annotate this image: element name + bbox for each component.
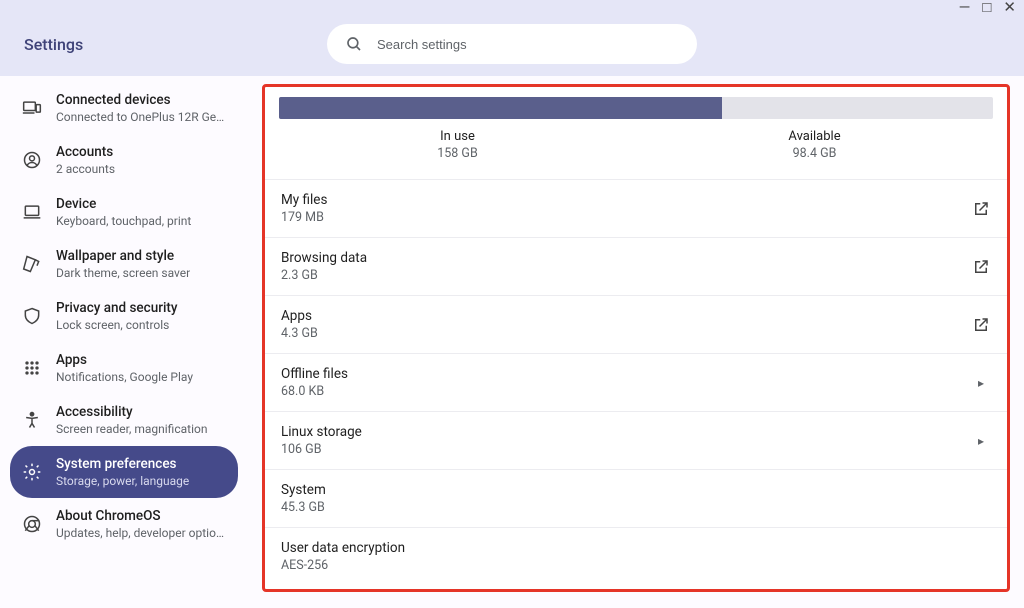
sidebar: Connected devices Connected to OnePlus 12… [0, 76, 248, 608]
storage-usage-bar [279, 97, 993, 119]
storage-row-value: 68.0 KB [281, 384, 971, 399]
titlebar: — □ ✕ [0, 0, 1024, 12]
sidebar-item-sub: Keyboard, touchpad, print [56, 214, 191, 228]
storage-row-user-data-encryption: User data encryption AES-256 [265, 527, 1007, 585]
sidebar-item-sub: Connected to OnePlus 12R Gens... [56, 110, 226, 124]
storage-in-use: In use 158 GB [279, 129, 636, 161]
storage-row-value: 179 MB [281, 210, 971, 225]
content-area: In use 158 GB Available 98.4 GB My files… [248, 76, 1024, 608]
sidebar-item-sub: 2 accounts [56, 162, 115, 176]
storage-row-name: My files [281, 192, 971, 208]
sidebar-item-apps[interactable]: Apps Notifications, Google Play [10, 342, 238, 394]
storage-row-my-files[interactable]: My files 179 MB [265, 179, 1007, 237]
style-icon [22, 254, 42, 274]
chrome-icon [22, 514, 42, 534]
sidebar-item-sub: Dark theme, screen saver [56, 266, 190, 280]
storage-row-value: AES-256 [281, 558, 991, 573]
chevron-right-icon: ▸ [971, 373, 991, 393]
storage-row-name: Offline files [281, 366, 971, 382]
sidebar-item-accessibility[interactable]: Accessibility Screen reader, magnificatio… [10, 394, 238, 446]
chevron-right-icon: ▸ [971, 431, 991, 451]
app-title: Settings [24, 35, 83, 54]
storage-row-system: System 45.3 GB [265, 469, 1007, 527]
devices-icon [22, 98, 42, 118]
in-use-label: In use [279, 129, 636, 144]
search-icon [345, 35, 363, 53]
sidebar-item-label: System preferences [56, 456, 189, 472]
sidebar-item-label: About ChromeOS [56, 508, 226, 524]
sidebar-item-label: Connected devices [56, 92, 226, 108]
storage-used-segment [279, 97, 722, 119]
app-header: Settings [0, 12, 1024, 76]
sidebar-item-accounts[interactable]: Accounts 2 accounts [10, 134, 238, 186]
sidebar-item-about-chromeos[interactable]: About ChromeOS Updates, help, developer o… [10, 498, 238, 550]
search-input[interactable] [377, 37, 679, 52]
open-external-icon [971, 257, 991, 277]
laptop-icon [22, 202, 42, 222]
storage-row-value: 106 GB [281, 442, 971, 457]
sidebar-item-sub: Updates, help, developer options [56, 526, 226, 540]
storage-row-name: Browsing data [281, 250, 971, 266]
storage-row-value: 4.3 GB [281, 326, 971, 341]
external-storage-row[interactable]: External storage preferences ▸ [262, 600, 1010, 608]
sidebar-item-system-preferences[interactable]: System preferences Storage, power, langua… [10, 446, 238, 498]
storage-row-offline-files[interactable]: Offline files 68.0 KB▸ [265, 353, 1007, 411]
sidebar-item-connected-devices[interactable]: Connected devices Connected to OnePlus 12… [10, 82, 238, 134]
open-external-icon [971, 199, 991, 219]
sidebar-item-sub: Lock screen, controls [56, 318, 178, 332]
sidebar-item-sub: Notifications, Google Play [56, 370, 193, 384]
sidebar-item-label: Accounts [56, 144, 115, 160]
storage-row-name: Linux storage [281, 424, 971, 440]
storage-row-value: 45.3 GB [281, 500, 991, 515]
sidebar-item-label: Accessibility [56, 404, 207, 420]
open-external-icon [971, 315, 991, 335]
storage-row-value: 2.3 GB [281, 268, 971, 283]
sidebar-item-privacy-and-security[interactable]: Privacy and security Lock screen, control… [10, 290, 238, 342]
apps-icon [22, 358, 42, 378]
sidebar-item-sub: Storage, power, language [56, 474, 189, 488]
available-value: 98.4 GB [636, 146, 993, 161]
storage-available: Available 98.4 GB [636, 129, 993, 161]
storage-row-name: System [281, 482, 991, 498]
storage-row-browsing-data[interactable]: Browsing data 2.3 GB [265, 237, 1007, 295]
sidebar-item-label: Wallpaper and style [56, 248, 190, 264]
storage-row-linux-storage[interactable]: Linux storage 106 GB▸ [265, 411, 1007, 469]
storage-row-name: User data encryption [281, 540, 991, 556]
account-icon [22, 150, 42, 170]
search-box[interactable] [327, 24, 697, 64]
sidebar-item-wallpaper-and-style[interactable]: Wallpaper and style Dark theme, screen sa… [10, 238, 238, 290]
gear-icon [22, 462, 42, 482]
storage-row-name: Apps [281, 308, 971, 324]
in-use-value: 158 GB [279, 146, 636, 161]
sidebar-item-label: Device [56, 196, 191, 212]
sidebar-item-device[interactable]: Device Keyboard, touchpad, print [10, 186, 238, 238]
sidebar-item-label: Apps [56, 352, 193, 368]
shield-icon [22, 306, 42, 326]
sidebar-item-label: Privacy and security [56, 300, 178, 316]
sidebar-item-sub: Screen reader, magnification [56, 422, 207, 436]
storage-row-apps[interactable]: Apps 4.3 GB [265, 295, 1007, 353]
available-label: Available [636, 129, 993, 144]
accessibility-icon [22, 410, 42, 430]
storage-card: In use 158 GB Available 98.4 GB My files… [262, 84, 1010, 592]
